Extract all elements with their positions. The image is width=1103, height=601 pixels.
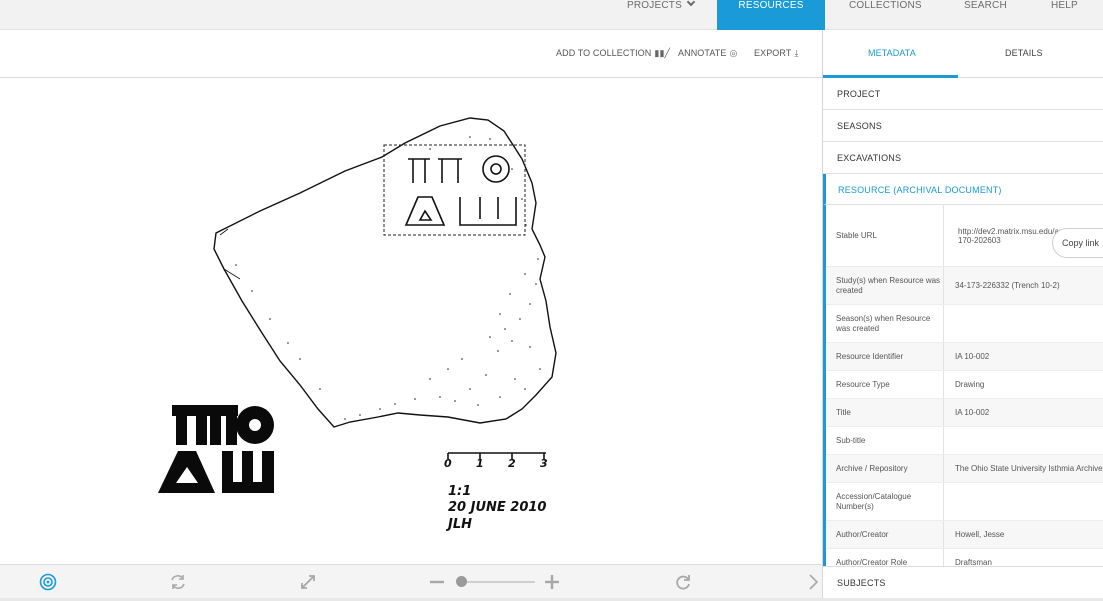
row-label: Accession/Catalogue Number(s) <box>826 483 944 520</box>
row-label: Study(s) when Resource was created <box>826 267 944 304</box>
nav-collections[interactable]: COLLECTIONS <box>849 0 922 30</box>
row-value: Howell, Jesse <box>955 530 1005 539</box>
table-row: Resource Identifier IA 10-002 <box>826 343 1103 371</box>
scale-tick-3: 3 <box>540 457 548 470</box>
nav-help-label: HELP <box>1051 0 1078 11</box>
drawing-date: 20 JUNE 2010 <box>448 500 546 515</box>
scale-tick-0: 0 <box>444 457 452 470</box>
nav-projects[interactable]: PROJECTS <box>627 0 696 30</box>
reset-icon[interactable] <box>673 572 693 592</box>
row-label: Stable URL <box>826 205 944 266</box>
zoom-in-icon[interactable] <box>542 572 562 592</box>
row-value <box>944 427 1103 454</box>
table-row: Author/Creator Howell, Jesse <box>826 521 1103 549</box>
metadata-panel: METADATA DETAILS PROJECT SEASONS EXCAVAT… <box>822 30 1103 598</box>
table-row: Sub-title <box>826 427 1103 455</box>
nav-search-label: SEARCH <box>964 0 1007 11</box>
target-icon: ◎ <box>729 48 738 58</box>
row-value: http://dev2.matrix.msu.edu/arcs/resource… <box>958 226 1103 245</box>
library-icon: ▮▮╱ <box>654 48 671 58</box>
rotate-icon[interactable] <box>168 572 188 592</box>
add-to-collection-label: ADD TO COLLECTION <box>556 48 652 58</box>
copy-link-button[interactable]: Copy link <box>1052 228 1103 258</box>
top-navigation: PROJECTS RESOURCES COLLECTIONS SEARCH HE… <box>0 0 1103 30</box>
zoom-slider-handle[interactable] <box>455 576 467 587</box>
row-label: Author/Creator <box>826 521 944 548</box>
nav-help[interactable]: HELP <box>1051 0 1078 30</box>
image-viewer[interactable]: 0 1 2 3 1:1 20 JUNE 2010 JLH <box>0 79 822 564</box>
row-value: Drawing <box>955 380 985 389</box>
nav-search[interactable]: SEARCH <box>964 0 1007 30</box>
section-excavations[interactable]: EXCAVATIONS <box>823 142 1103 174</box>
panel-tabs: METADATA DETAILS <box>823 30 1103 78</box>
add-to-collection-button[interactable]: ADD TO COLLECTION ▮▮╱ <box>556 48 670 59</box>
row-value: IA 10-002 <box>955 352 990 361</box>
section-resource[interactable]: RESOURCE (ARCHIVAL DOCUMENT) <box>823 174 1103 205</box>
viewer-controls <box>0 564 822 598</box>
nav-resources[interactable]: RESOURCES <box>717 0 825 30</box>
archival-drawing: 0 1 2 3 1:1 20 JUNE 2010 JLH <box>158 117 557 532</box>
table-row: Title IA 10-002 <box>826 399 1103 427</box>
row-value: 34-173-226332 (Trench 10-2) <box>955 281 1060 290</box>
section-seasons[interactable]: SEASONS <box>823 110 1103 142</box>
annotate-button[interactable]: ANNOTATE ◎ <box>678 48 737 59</box>
row-label: Sub-title <box>826 427 944 454</box>
zoom-out-icon[interactable] <box>427 572 447 592</box>
tab-details[interactable]: DETAILS <box>1005 48 1043 58</box>
section-project[interactable]: PROJECT <box>823 78 1103 110</box>
fullscreen-icon[interactable] <box>298 572 318 592</box>
stamp-bold-drawing <box>158 405 274 493</box>
chevron-right-icon[interactable] <box>803 572 823 592</box>
row-label: Resource Identifier <box>826 343 944 370</box>
row-label: Title <box>826 399 944 426</box>
table-row: Season(s) when Resource was created <box>826 305 1103 343</box>
row-value: The Ohio State University Isthmia Archiv… <box>955 464 1103 473</box>
scale-bar <box>447 452 546 459</box>
stamp-letters-outline <box>404 155 517 226</box>
row-label: Archive / Repository <box>826 455 944 482</box>
export-label: EXPORT <box>754 48 792 58</box>
viewer-toolbar: ADD TO COLLECTION ▮▮╱ ANNOTATE ◎ EXPORT ⤓ <box>0 30 822 78</box>
row-label: Resource Type <box>826 371 944 398</box>
table-row: Study(s) when Resource was created 34-17… <box>826 267 1103 305</box>
annotate-target-icon[interactable] <box>38 572 58 592</box>
scale-tick-2: 2 <box>508 457 516 470</box>
stippling <box>235 136 541 420</box>
drawing-initials: JLH <box>445 517 472 532</box>
row-value <box>944 483 1103 520</box>
table-row: Resource Type Drawing <box>826 371 1103 399</box>
scale-ratio: 1:1 <box>448 484 471 499</box>
sherd-outline <box>213 117 557 428</box>
export-button[interactable]: EXPORT ⤓ <box>754 48 799 59</box>
resource-metadata-table: Stable URL http://dev2.matrix.msu.edu/ar… <box>823 205 1103 566</box>
table-row: Author/Creator Role Draftsman <box>826 549 1103 566</box>
section-subjects[interactable]: SUBJECTS <box>823 566 1103 598</box>
table-row: Accession/Catalogue Number(s) <box>826 483 1103 521</box>
annotate-label: ANNOTATE <box>678 48 727 58</box>
table-row: Archive / Repository The Ohio State Univ… <box>826 455 1103 483</box>
zoom-slider-track[interactable] <box>457 581 535 583</box>
row-label: Season(s) when Resource was created <box>826 305 944 342</box>
nav-collections-label: COLLECTIONS <box>849 0 922 11</box>
row-label: Author/Creator Role <box>826 549 944 566</box>
download-icon: ⤓ <box>794 48 799 58</box>
row-value: IA 10-002 <box>955 408 990 417</box>
nav-projects-label: PROJECTS <box>627 0 682 11</box>
chevron-down-icon <box>686 0 696 7</box>
scale-tick-1: 1 <box>476 457 484 470</box>
row-value: Draftsman <box>955 558 992 566</box>
tab-metadata[interactable]: METADATA <box>868 48 916 58</box>
row-value <box>944 305 1103 342</box>
nav-resources-label: RESOURCES <box>738 0 804 11</box>
